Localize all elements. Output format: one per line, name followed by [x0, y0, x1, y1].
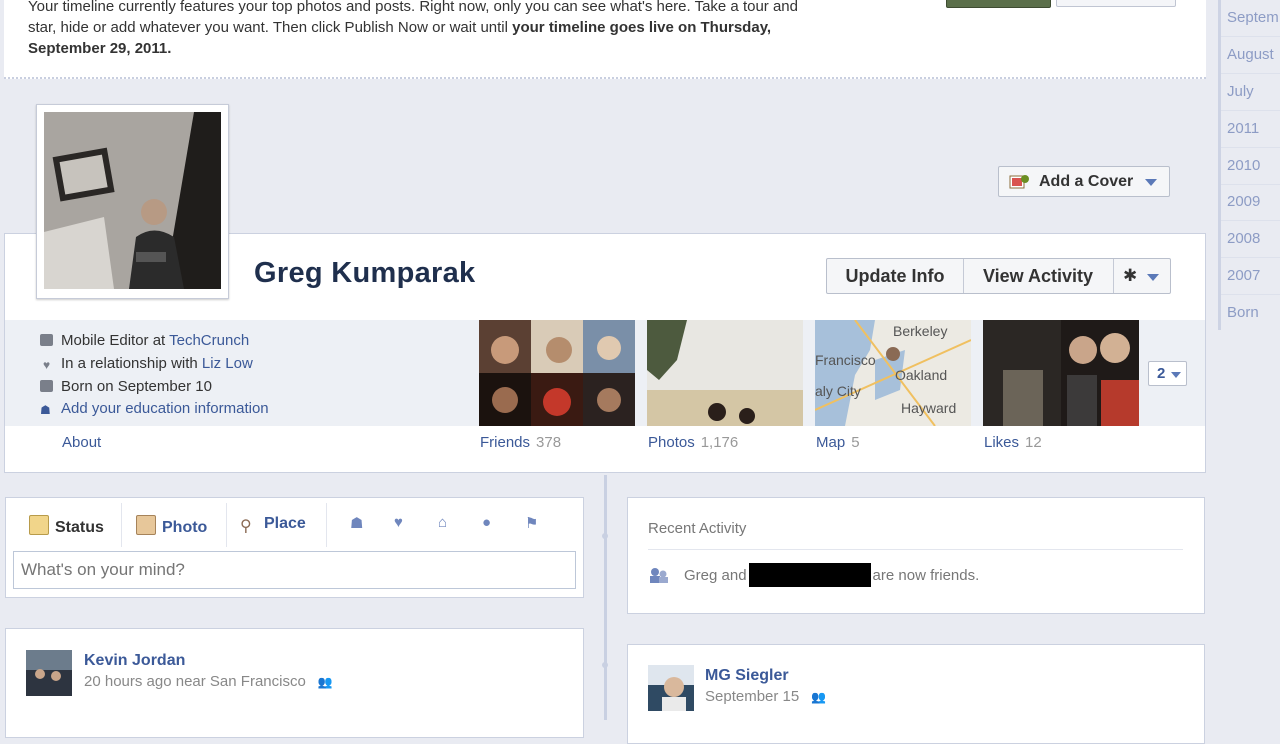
likes-tab[interactable]: Likes 12	[984, 434, 1042, 451]
flag-icon[interactable]: ⚑	[525, 514, 538, 532]
place-tab[interactable]: ⚲ Place	[240, 515, 306, 535]
map-label: aly City	[815, 383, 861, 399]
notice-text: Your timeline currently features your to…	[28, 0, 928, 59]
profile-name: Greg Kumparak	[254, 257, 476, 289]
about-birthday: Born on September 10	[40, 378, 212, 395]
add-cover-label: Add a Cover	[1039, 173, 1134, 190]
friends-thumbnail[interactable]	[479, 320, 635, 426]
timeline-year-nav: Septem August July 2011 2010 2009 2008 2…	[1218, 0, 1280, 330]
about-tab[interactable]: About	[62, 434, 101, 451]
post-author[interactable]: Kevin Jordan	[84, 652, 185, 670]
photo-icon	[1009, 173, 1031, 196]
post-meta: 20 hours ago near San Francisco 👥	[84, 673, 333, 690]
status-input[interactable]	[13, 551, 576, 589]
timeline-nav-item[interactable]: 2008	[1227, 230, 1260, 247]
timeline-dot	[602, 662, 608, 668]
map-label: Hayward	[901, 400, 956, 416]
likes-thumbnail[interactable]	[983, 320, 1139, 426]
update-info-button[interactable]: Update Info	[827, 259, 964, 293]
take-tour-button[interactable]	[1056, 0, 1176, 7]
gear-icon: ✱	[1123, 266, 1138, 285]
photo-icon	[136, 515, 156, 535]
heart-icon[interactable]: ♥	[394, 514, 403, 531]
map-label: Francisco	[815, 352, 876, 368]
home-icon[interactable]: ⌂	[438, 514, 447, 531]
relationship-link[interactable]: Liz Low	[202, 355, 253, 372]
timeline-dot	[602, 533, 608, 539]
timeline-nav-item[interactable]: July	[1227, 83, 1254, 100]
profile-picture[interactable]	[36, 104, 229, 299]
timeline-nav-item[interactable]: August	[1227, 46, 1274, 63]
map-label: Berkeley	[893, 323, 947, 339]
work-link[interactable]: TechCrunch	[169, 332, 249, 349]
chevron-down-icon	[1145, 179, 1157, 186]
settings-dropdown-button[interactable]: ✱	[1113, 259, 1170, 293]
graduation-cap-icon: ☗	[40, 403, 51, 417]
divider	[648, 549, 1183, 550]
timeline-nav-item[interactable]: 2010	[1227, 157, 1260, 174]
timeline-nav-item[interactable]: Septem	[1227, 9, 1279, 26]
map-label: Oakland	[895, 367, 947, 383]
chevron-down-icon	[1171, 372, 1181, 378]
recent-activity-row: Greg and are now friends.	[648, 563, 979, 587]
timeline-nav-item[interactable]: 2009	[1227, 193, 1260, 210]
notice-line-2: star, hide or add whatever you want. The…	[28, 19, 513, 36]
photos-tab[interactable]: Photos 1,176	[648, 434, 738, 451]
profile-actions: Update Info View Activity ✱	[826, 258, 1171, 294]
recent-activity-card	[627, 497, 1205, 614]
briefcase-icon	[40, 334, 53, 346]
publish-now-button[interactable]	[946, 0, 1051, 8]
add-cover-button[interactable]: Add a Cover	[998, 166, 1170, 197]
about-relationship: ♥ In a relationship with Liz Low	[40, 355, 253, 372]
about-education: ☗ Add your education information	[40, 400, 269, 417]
notice-line-3-bold: September 29, 2011.	[28, 40, 172, 57]
photo-tab[interactable]: Photo	[136, 515, 207, 537]
profile-photo-image	[44, 112, 221, 289]
recent-activity-title: Recent Activity	[648, 520, 747, 537]
timeline-nav-item[interactable]: 2011	[1227, 120, 1259, 137]
notice-line-2-bold: your timeline goes live on Thursday,	[512, 19, 772, 36]
post-meta: September 15 👥	[705, 688, 827, 705]
friends-audience-icon[interactable]: 👥	[811, 690, 826, 704]
friends-tab[interactable]: Friends 378	[480, 434, 561, 451]
timeline-nav-item[interactable]: 2007	[1227, 267, 1260, 284]
add-education-link[interactable]: Add your education information	[61, 400, 269, 417]
redacted-name	[748, 563, 871, 587]
post-author[interactable]: MG Siegler	[705, 667, 789, 685]
chevron-down-icon	[1147, 274, 1159, 281]
friends-audience-icon[interactable]: 👥	[318, 675, 333, 689]
friends-icon	[648, 566, 670, 584]
avatar[interactable]	[26, 650, 72, 696]
notice-line-1: Your timeline currently features your to…	[28, 0, 798, 15]
timeline-spine	[604, 475, 607, 720]
more-sections-button[interactable]: 2	[1148, 361, 1187, 386]
life-event-icon[interactable]: ☗	[350, 514, 363, 532]
map-thumbnail[interactable]: Berkeley Francisco Oakland aly City Hayw…	[815, 320, 971, 426]
heart-icon: ♥	[42, 358, 51, 372]
about-work: Mobile Editor at TechCrunch	[40, 332, 249, 349]
map-tab[interactable]: Map 5	[816, 434, 860, 451]
timeline-nav-item[interactable]: Born	[1227, 304, 1259, 321]
photos-thumbnail[interactable]	[647, 320, 803, 426]
status-tab[interactable]: Status	[29, 515, 104, 537]
status-icon	[29, 515, 49, 535]
calendar-icon	[40, 380, 53, 392]
apple-icon[interactable]: ●	[482, 514, 491, 531]
location-pin-icon: ⚲	[240, 518, 252, 535]
avatar[interactable]	[648, 665, 694, 711]
view-activity-button[interactable]: View Activity	[963, 259, 1114, 293]
